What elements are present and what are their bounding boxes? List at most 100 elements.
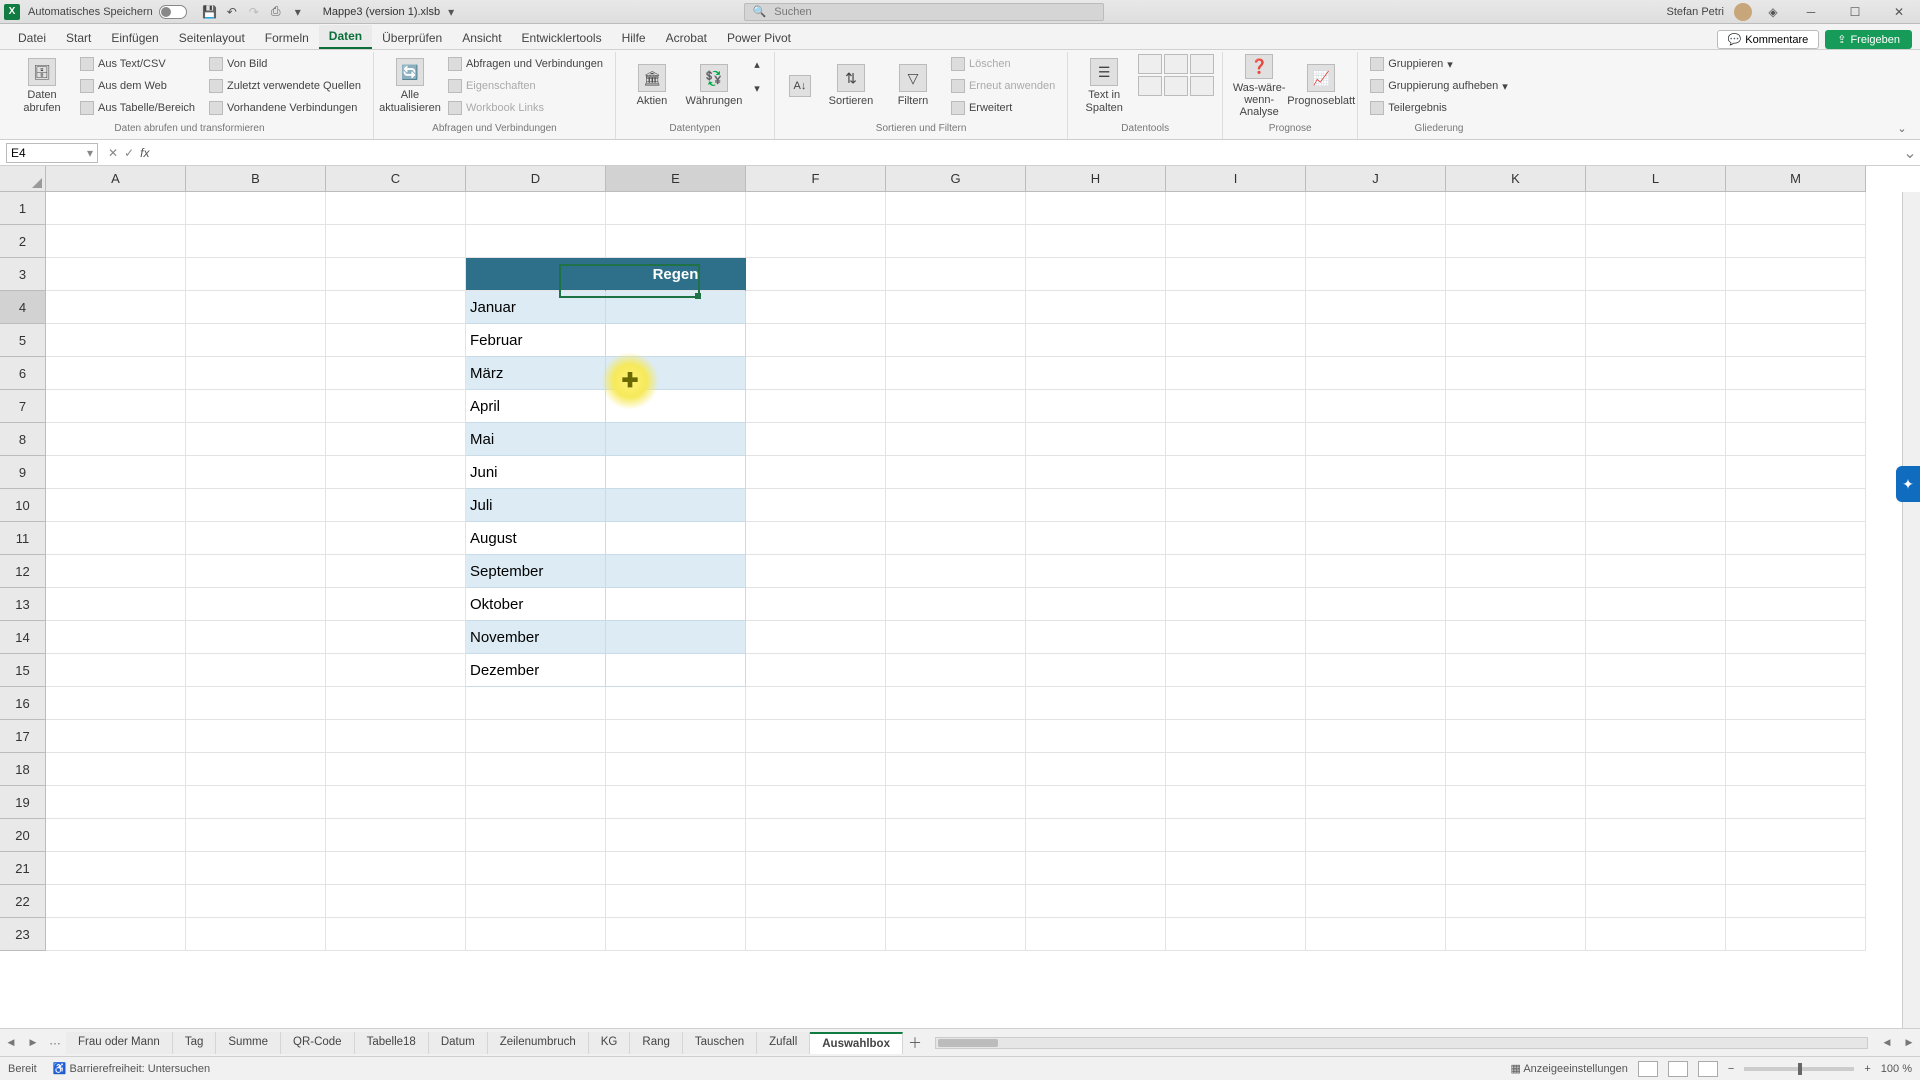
row-header-16[interactable]: 16: [0, 687, 46, 720]
cell-G6[interactable]: [886, 357, 1026, 390]
row-header-4[interactable]: 4: [0, 291, 46, 324]
row-header-21[interactable]: 21: [0, 852, 46, 885]
datatype-down-button[interactable]: ▾: [748, 78, 766, 98]
cell-H15[interactable]: [1026, 654, 1166, 687]
row-header-6[interactable]: 6: [0, 357, 46, 390]
cell-M12[interactable]: [1726, 555, 1866, 588]
cell-D8[interactable]: Mai: [466, 423, 606, 456]
cell-D22[interactable]: [466, 885, 606, 918]
cell-K9[interactable]: [1446, 456, 1586, 489]
ungroup-button[interactable]: Gruppierung aufheben ▾: [1366, 76, 1512, 96]
cell-G15[interactable]: [886, 654, 1026, 687]
tab-start[interactable]: Start: [56, 27, 101, 49]
cell-C22[interactable]: [326, 885, 466, 918]
cell-L22[interactable]: [1586, 885, 1726, 918]
display-settings-button[interactable]: ▦ Anzeigeeinstellungen: [1510, 1062, 1627, 1075]
cell-G19[interactable]: [886, 786, 1026, 819]
cell-G23[interactable]: [886, 918, 1026, 951]
col-header-G[interactable]: G: [886, 166, 1026, 192]
cell-G21[interactable]: [886, 852, 1026, 885]
cell-D7[interactable]: April: [466, 390, 606, 423]
tab-acrobat[interactable]: Acrobat: [656, 27, 717, 49]
cell-B14[interactable]: [186, 621, 326, 654]
qat-more-icon[interactable]: ▾: [289, 3, 307, 21]
cell-G7[interactable]: [886, 390, 1026, 423]
cell-K20[interactable]: [1446, 819, 1586, 852]
cell-J3[interactable]: [1306, 258, 1446, 291]
cell-A4[interactable]: [46, 291, 186, 324]
cell-C23[interactable]: [326, 918, 466, 951]
sheet-nav-prev[interactable]: ◄: [0, 1037, 22, 1049]
cell-A18[interactable]: [46, 753, 186, 786]
row-header-19[interactable]: 19: [0, 786, 46, 819]
cell-I2[interactable]: [1166, 225, 1306, 258]
cell-L9[interactable]: [1586, 456, 1726, 489]
existing-conn-button[interactable]: Vorhandene Verbindungen: [205, 98, 365, 118]
filter-button[interactable]: ▽Filtern: [885, 54, 941, 118]
cell-B10[interactable]: [186, 489, 326, 522]
cell-G10[interactable]: [886, 489, 1026, 522]
cell-A14[interactable]: [46, 621, 186, 654]
col-header-A[interactable]: A: [46, 166, 186, 192]
cell-C18[interactable]: [326, 753, 466, 786]
cell-E6[interactable]: [606, 357, 746, 390]
comments-button[interactable]: 💬 Kommentare: [1717, 30, 1820, 49]
refresh-all-button[interactable]: 🔄Alle aktualisieren: [382, 54, 438, 118]
sheet-tab-tauschen[interactable]: Tauschen: [683, 1032, 757, 1054]
row-header-7[interactable]: 7: [0, 390, 46, 423]
share-button[interactable]: ⇪ Freigeben: [1825, 30, 1912, 49]
cell-F15[interactable]: [746, 654, 886, 687]
zoom-slider[interactable]: [1744, 1067, 1854, 1071]
cell-I18[interactable]: [1166, 753, 1306, 786]
data-validation-button[interactable]: [1190, 54, 1214, 74]
cell-B13[interactable]: [186, 588, 326, 621]
add-sheet-button[interactable]: ＋: [903, 1033, 927, 1053]
row-header-10[interactable]: 10: [0, 489, 46, 522]
cell-L13[interactable]: [1586, 588, 1726, 621]
cell-E1[interactable]: [606, 192, 746, 225]
cell-H19[interactable]: [1026, 786, 1166, 819]
spreadsheet-grid[interactable]: ABCDEFGHIJKLM 12345678910111213141516171…: [0, 166, 1920, 1028]
cell-G5[interactable]: [886, 324, 1026, 357]
cell-B19[interactable]: [186, 786, 326, 819]
cell-B11[interactable]: [186, 522, 326, 555]
cell-F5[interactable]: [746, 324, 886, 357]
cell-H6[interactable]: [1026, 357, 1166, 390]
row-header-22[interactable]: 22: [0, 885, 46, 918]
cell-K23[interactable]: [1446, 918, 1586, 951]
cell-D23[interactable]: [466, 918, 606, 951]
cell-J2[interactable]: [1306, 225, 1446, 258]
datatype-up-button[interactable]: ▴: [748, 54, 766, 74]
cell-M15[interactable]: [1726, 654, 1866, 687]
cell-D17[interactable]: [466, 720, 606, 753]
row-header-8[interactable]: 8: [0, 423, 46, 456]
cell-K17[interactable]: [1446, 720, 1586, 753]
cell-F17[interactable]: [746, 720, 886, 753]
col-header-J[interactable]: J: [1306, 166, 1446, 192]
view-normal-button[interactable]: [1638, 1061, 1658, 1077]
cell-C12[interactable]: [326, 555, 466, 588]
cell-M19[interactable]: [1726, 786, 1866, 819]
status-accessibility[interactable]: ♿ Barrierefreiheit: Untersuchen: [53, 1062, 210, 1075]
diamond-icon[interactable]: ◈: [1764, 3, 1782, 21]
cell-F11[interactable]: [746, 522, 886, 555]
col-header-L[interactable]: L: [1586, 166, 1726, 192]
cell-C7[interactable]: [326, 390, 466, 423]
col-header-B[interactable]: B: [186, 166, 326, 192]
row-header-20[interactable]: 20: [0, 819, 46, 852]
cell-I22[interactable]: [1166, 885, 1306, 918]
cell-G17[interactable]: [886, 720, 1026, 753]
cell-H3[interactable]: [1026, 258, 1166, 291]
cell-K13[interactable]: [1446, 588, 1586, 621]
cell-I4[interactable]: [1166, 291, 1306, 324]
cell-B22[interactable]: [186, 885, 326, 918]
zoom-thumb[interactable]: [1798, 1063, 1802, 1075]
cell-J16[interactable]: [1306, 687, 1446, 720]
cell-I9[interactable]: [1166, 456, 1306, 489]
filename-dropdown-icon[interactable]: ▾: [442, 3, 460, 21]
cell-B21[interactable]: [186, 852, 326, 885]
cell-C3[interactable]: [326, 258, 466, 291]
cell-L10[interactable]: [1586, 489, 1726, 522]
cell-H5[interactable]: [1026, 324, 1166, 357]
cell-A15[interactable]: [46, 654, 186, 687]
